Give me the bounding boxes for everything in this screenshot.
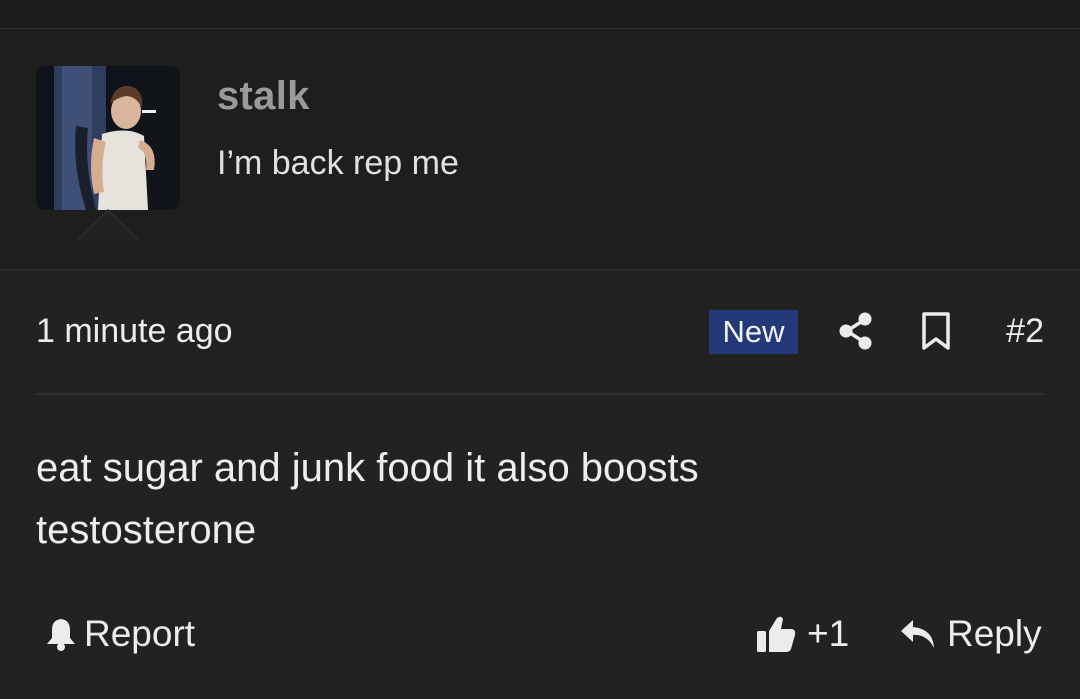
post-number[interactable]: #2: [1006, 312, 1044, 351]
like-button[interactable]: +1: [755, 610, 849, 658]
reply-label: Reply: [947, 613, 1042, 654]
user-title: I’m back rep me: [217, 144, 459, 182]
report-button[interactable]: Report: [44, 610, 195, 658]
post-body: eat sugar and junk food it also boosts t…: [36, 437, 836, 561]
thumbs-up-icon: [757, 616, 796, 652]
post-author-header: stalk I’m back rep me: [0, 29, 1080, 271]
avatar[interactable]: [36, 66, 180, 210]
bell-icon: [47, 619, 75, 651]
post-timestamp[interactable]: 1 minute ago: [36, 312, 233, 351]
username[interactable]: stalk: [217, 74, 310, 119]
share-icon[interactable]: [836, 311, 876, 351]
header-notch-fill: [78, 212, 138, 241]
bookmark-icon[interactable]: [918, 311, 954, 351]
post-meta-row: 1 minute ago New #2: [36, 306, 1044, 356]
like-count: +1: [807, 613, 850, 654]
reply-button[interactable]: Reply: [899, 610, 1042, 658]
new-badge: New: [709, 310, 798, 354]
avatar-photo: [36, 66, 180, 210]
post-body-line: testosterone: [36, 508, 257, 552]
divider: [36, 393, 1044, 395]
post-body-line: eat sugar and junk food it also boosts: [36, 446, 699, 490]
top-bar: [0, 0, 1080, 29]
reply-arrow-icon: [901, 620, 934, 648]
report-label: Report: [84, 613, 196, 654]
